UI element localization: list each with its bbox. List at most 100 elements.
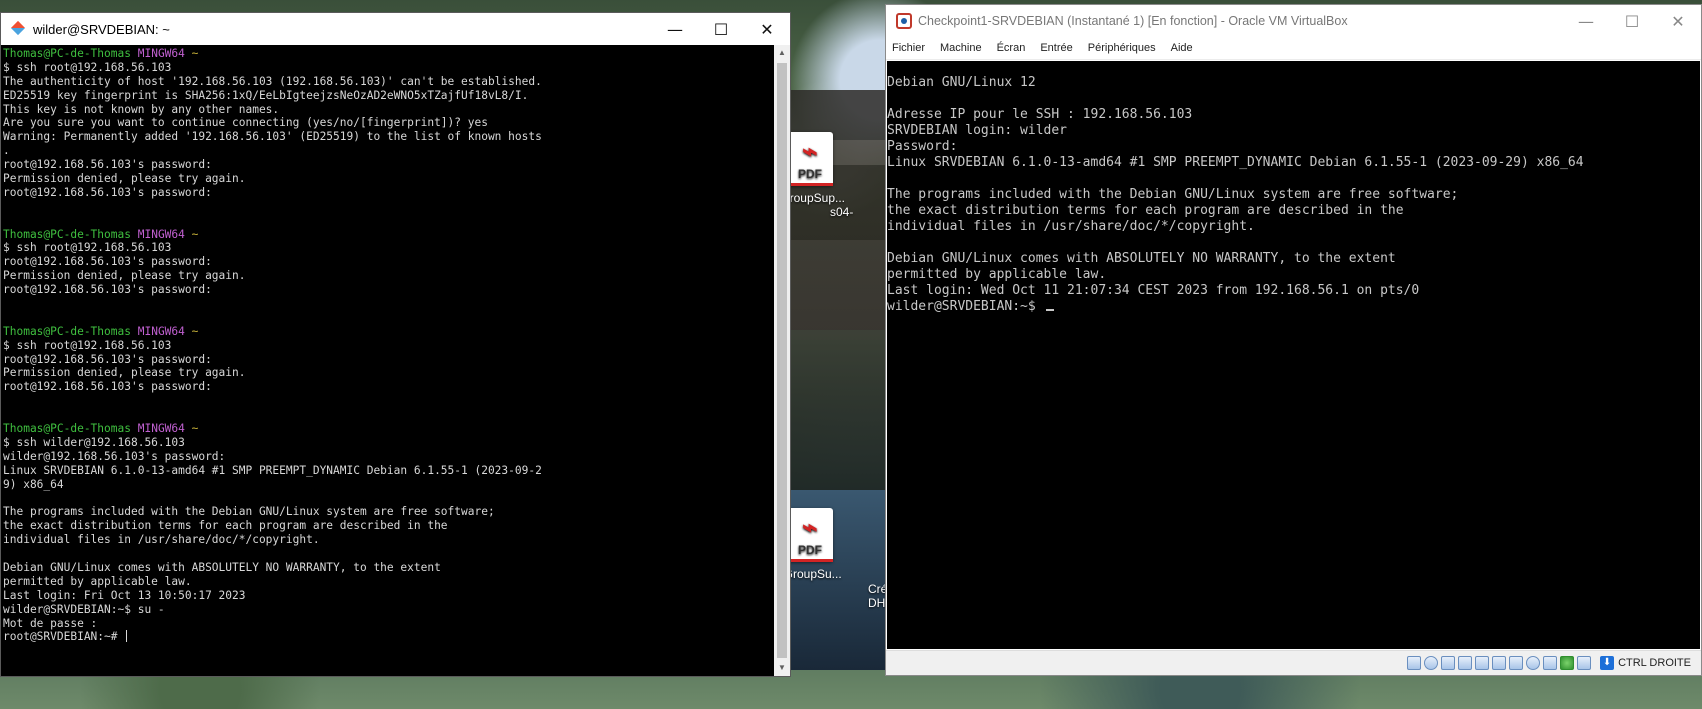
prompt-path: ~ bbox=[191, 422, 199, 436]
shared-folders-icon[interactable] bbox=[1492, 656, 1507, 670]
git-bash-icon bbox=[11, 21, 27, 37]
menu-fichier[interactable]: Fichier bbox=[892, 42, 925, 54]
prompt-user: Thomas@PC-de-Thomas bbox=[3, 324, 131, 338]
terminal-line: wilder@SRVDEBIAN:~$ su - bbox=[3, 602, 165, 616]
console-line: SRVDEBIAN login: wilder bbox=[887, 123, 1068, 138]
hard-disk-icon[interactable] bbox=[1407, 656, 1422, 670]
mintty-terminal-window[interactable]: wilder@SRVDEBIAN: ~ — ☐ ✕ Thomas@PC-de-T… bbox=[0, 12, 791, 677]
menu-peripheriques[interactable]: Périphériques bbox=[1088, 42, 1156, 54]
console-line: individual files in /usr/share/doc/*/cop… bbox=[887, 219, 1255, 234]
console-line: Password: bbox=[887, 139, 958, 154]
terminal-line: root@192.168.56.103's password: bbox=[3, 185, 212, 199]
terminal-output[interactable]: Thomas@PC-de-Thomas MINGW64 ~ $ ssh root@… bbox=[3, 47, 774, 674]
terminal-line: root@SRVDEBIAN:~# bbox=[3, 630, 774, 644]
prompt-user: Thomas@PC-de-Thomas bbox=[3, 227, 131, 241]
host-key-indicator[interactable]: ⬇ CTRL DROITE bbox=[1600, 656, 1691, 670]
menu-machine[interactable]: Machine bbox=[940, 42, 982, 54]
close-button[interactable]: ✕ bbox=[1655, 5, 1701, 37]
terminal-line: Are you sure you want to continue connec… bbox=[3, 116, 488, 130]
maximize-button[interactable]: ☐ bbox=[1609, 5, 1655, 37]
terminal-line: ED25519 key fingerprint is SHA256:1xQ/Ee… bbox=[3, 88, 529, 102]
vm-menubar: Fichier Machine Écran Entrée Périphériqu… bbox=[886, 37, 1701, 60]
terminal-line: $ ssh root@192.168.56.103 bbox=[3, 241, 172, 255]
minimize-button[interactable]: — bbox=[652, 13, 698, 45]
prompt-env: MINGW64 bbox=[137, 47, 185, 60]
terminal-line: Warning: Permanently added '192.168.56.1… bbox=[3, 130, 542, 144]
prompt-env: MINGW64 bbox=[137, 227, 185, 241]
keyboard-icon[interactable] bbox=[1577, 656, 1592, 670]
console-cursor bbox=[1045, 309, 1054, 311]
terminal-line: $ ssh wilder@192.168.56.103 bbox=[3, 435, 185, 449]
display-icon[interactable] bbox=[1509, 656, 1524, 670]
optical-drive-icon[interactable] bbox=[1424, 656, 1439, 670]
terminal-line: Mot de passe : bbox=[3, 616, 98, 630]
mouse-integration-icon[interactable] bbox=[1543, 656, 1558, 670]
host-key-arrow-icon: ⬇ bbox=[1600, 656, 1615, 670]
terminal-line: 9) x86_64 bbox=[3, 477, 64, 491]
prompt-path: ~ bbox=[191, 47, 199, 60]
console-line: Linux SRVDEBIAN 6.1.0-13-amd64 #1 SMP PR… bbox=[887, 155, 1584, 170]
terminal-line: $ ssh root@192.168.56.103 bbox=[3, 60, 172, 74]
minimize-button[interactable]: — bbox=[1563, 5, 1609, 37]
terminal-line: The authenticity of host '192.168.56.103… bbox=[3, 74, 542, 88]
window-titlebar[interactable]: Checkpoint1-SRVDEBIAN (Instantané 1) [En… bbox=[886, 5, 1701, 37]
terminal-line: Last login: Fri Oct 13 10:50:17 2023 bbox=[3, 588, 246, 602]
pdf-file-icon: ⌁ PDF bbox=[787, 508, 833, 562]
terminal-line: $ ssh root@192.168.56.103 bbox=[3, 338, 172, 352]
prompt-line: Thomas@PC-de-Thomas MINGW64 ~ bbox=[3, 422, 774, 436]
console-prompt: wilder@SRVDEBIAN:~$ bbox=[887, 299, 1044, 314]
maximize-button[interactable]: ☐ bbox=[698, 13, 744, 45]
prompt-path: ~ bbox=[191, 227, 199, 241]
window-titlebar[interactable]: wilder@SRVDEBIAN: ~ — ☐ ✕ bbox=[1, 13, 790, 45]
console-line: The programs included with the Debian GN… bbox=[887, 187, 1459, 202]
scrollbar-thumb[interactable] bbox=[777, 63, 787, 658]
console-line: Debian GNU/Linux comes with ABSOLUTELY N… bbox=[887, 251, 1396, 266]
pdf-file-icon: ⌁ PDF bbox=[787, 132, 833, 186]
virtualbox-vm-window[interactable]: Checkpoint1-SRVDEBIAN (Instantané 1) [En… bbox=[885, 4, 1702, 676]
window-title: Checkpoint1-SRVDEBIAN (Instantané 1) [En… bbox=[918, 14, 1348, 28]
vm-statusbar: ⬇ CTRL DROITE bbox=[886, 650, 1701, 675]
video-capture-icon[interactable] bbox=[1526, 656, 1541, 670]
scroll-down-arrow-icon[interactable]: ▼ bbox=[774, 660, 790, 676]
terminal-line: root@192.168.56.103's password: bbox=[3, 352, 212, 366]
prompt-env: MINGW64 bbox=[137, 422, 185, 436]
menu-ecran[interactable]: Écran bbox=[997, 42, 1026, 54]
terminal-line: permitted by applicable law. bbox=[3, 574, 192, 588]
network-icon[interactable] bbox=[1458, 656, 1473, 670]
console-line: Debian GNU/Linux 12 bbox=[887, 75, 1036, 90]
prompt-line: Thomas@PC-de-Thomas MINGW64 ~ bbox=[3, 325, 774, 339]
vm-console-screen[interactable]: Debian GNU/Linux 12 Adresse IP pour le SS… bbox=[887, 61, 1700, 649]
console-line: Last login: Wed Oct 11 21:07:34 CEST 202… bbox=[887, 283, 1420, 298]
terminal-line: root@192.168.56.103's password: bbox=[3, 158, 212, 172]
console-line: the exact distribution terms for each pr… bbox=[887, 203, 1404, 218]
menu-aide[interactable]: Aide bbox=[1171, 42, 1193, 54]
scroll-up-arrow-icon[interactable]: ▲ bbox=[774, 45, 790, 61]
terminal-line: root@192.168.56.103's password: bbox=[3, 380, 212, 394]
virtualbox-icon bbox=[896, 13, 912, 29]
close-button[interactable]: ✕ bbox=[744, 13, 790, 45]
prompt-line: Thomas@PC-de-Thomas MINGW64 ~ bbox=[3, 47, 774, 61]
wallpaper-garden bbox=[790, 330, 890, 510]
desktop-icon-label-partial[interactable]: s04- bbox=[830, 205, 890, 219]
terminal-line: Debian GNU/Linux comes with ABSOLUTELY N… bbox=[3, 560, 441, 574]
console-line: Adresse IP pour le SSH : 192.168.56.103 bbox=[887, 107, 1193, 122]
console-line: permitted by applicable law. bbox=[887, 267, 1107, 282]
terminal-line: Permission denied, please try again. bbox=[3, 366, 246, 380]
usb-icon[interactable] bbox=[1475, 656, 1490, 670]
vertical-scrollbar[interactable]: ▲ ▼ bbox=[774, 45, 790, 676]
audio-icon[interactable] bbox=[1441, 656, 1456, 670]
terminal-line: individual files in /usr/share/doc/*/cop… bbox=[3, 533, 320, 547]
menu-entree[interactable]: Entrée bbox=[1040, 42, 1072, 54]
window-title: wilder@SRVDEBIAN: ~ bbox=[33, 21, 170, 37]
terminal-line: The programs included with the Debian GN… bbox=[3, 505, 495, 519]
prompt-path: ~ bbox=[191, 324, 199, 338]
cpu-activity-icon[interactable] bbox=[1560, 656, 1575, 670]
